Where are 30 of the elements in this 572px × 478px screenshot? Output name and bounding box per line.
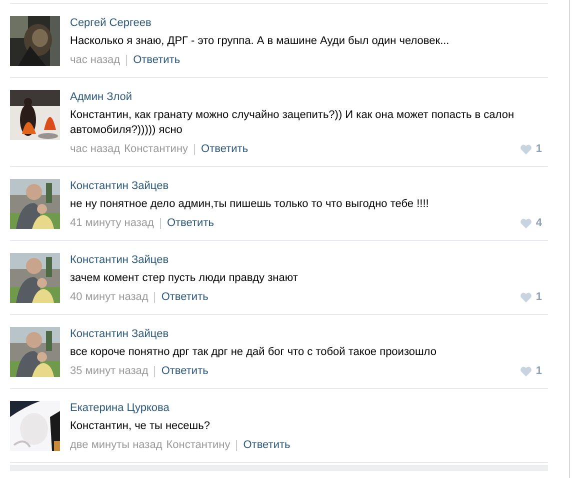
author-link[interactable]: Админ Злой — [70, 90, 132, 104]
heart-icon — [520, 366, 532, 377]
author-link[interactable]: Константин Зайцев — [70, 179, 169, 193]
comment-time: час назад — [70, 54, 120, 67]
comment-time: 40 минут назад — [70, 291, 148, 304]
comment-time: 41 минуту назад — [70, 217, 154, 230]
author-link[interactable]: Сергей Сергеев — [70, 16, 152, 30]
reply-to-text: Константину — [166, 439, 230, 452]
comment-text: Константин, как гранату можно случайно зацепить?)) И как она может попасть в салон автомобиля?))))) ясно — [70, 108, 516, 138]
comment-time: час назад — [70, 143, 120, 156]
reply-link[interactable]: Ответить — [243, 439, 290, 452]
comment-text: Константин, че ты несешь? — [70, 419, 211, 434]
author-link[interactable]: Константин Зайцев — [70, 253, 169, 267]
comment-text: не ну понятное дело админ,ты пишешь только то что выгодно тебе !!!! — [70, 197, 430, 212]
heart-icon — [520, 292, 532, 303]
comment-text: Насколько я знаю, ДРГ - это группа. А в машине Ауди был один человек... — [70, 34, 450, 49]
comment-text: все короче понятно дрг так дрг не дай бог что с тобой такое произошло — [70, 345, 438, 360]
comment-time: 35 минут назад — [70, 365, 148, 378]
reply-link[interactable]: Ответить — [161, 291, 208, 304]
author-link[interactable]: Константин Зайцев — [70, 327, 169, 341]
heart-icon — [520, 144, 532, 155]
comment-text: зачем комент стер пусть люди правду знают — [70, 271, 299, 286]
reply-link[interactable]: Ответить — [161, 365, 208, 378]
reply-link[interactable]: Ответить — [133, 54, 180, 67]
comment-time: две минуты назад — [70, 439, 162, 452]
author-link[interactable]: Екатерина Цуркова — [70, 401, 170, 415]
reply-link[interactable]: Ответить — [166, 217, 214, 230]
reply-to-text: Константину — [124, 143, 188, 156]
reply-link[interactable]: Ответить — [201, 143, 248, 156]
heart-icon — [520, 218, 532, 229]
